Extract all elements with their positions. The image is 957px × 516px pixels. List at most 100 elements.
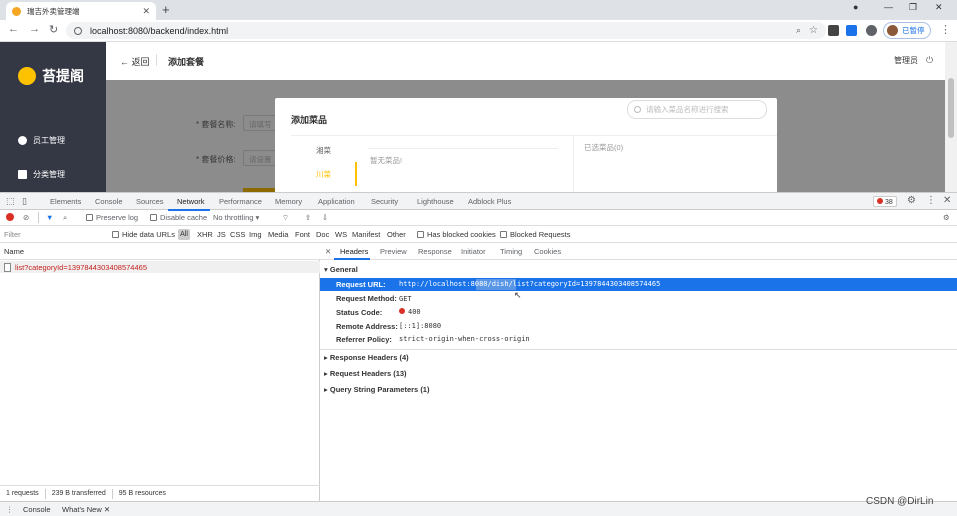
- grid-icon: [18, 170, 27, 179]
- request-url-value[interactable]: http://localhost:8080/dish/list?category…: [399, 280, 660, 288]
- active-subtab-indicator: [334, 258, 370, 260]
- disable-cache-checkbox[interactable]: Disable cache: [150, 213, 207, 222]
- sidebar-item-categories[interactable]: 分类管理: [18, 169, 65, 180]
- export-har-icon[interactable]: ⇩: [322, 213, 328, 222]
- filter-type-doc[interactable]: Doc: [316, 230, 329, 239]
- throttling-select[interactable]: No throttling ▾: [213, 213, 259, 222]
- inspect-icon[interactable]: ⬚: [6, 196, 15, 207]
- referrer-policy-value: strict-origin-when-cross-origin: [399, 335, 530, 343]
- reload-icon[interactable]: ↻: [49, 23, 58, 36]
- search-icon[interactable]: ⌕: [63, 213, 67, 223]
- filter-type-xhr[interactable]: XHR: [197, 230, 213, 239]
- tab-timing[interactable]: Timing: [500, 247, 522, 256]
- close-devtools-icon[interactable]: ✕: [943, 195, 951, 206]
- blocked-requests-checkbox[interactable]: Blocked Requests: [500, 230, 570, 239]
- tab-response[interactable]: Response: [418, 247, 452, 256]
- query-string-toggle[interactable]: ▸ Query String Parameters (1): [324, 385, 429, 394]
- drawer-menu-icon[interactable]: ⋮: [6, 505, 14, 514]
- request-detail-pane: ✕ Headers Preview Response Initiator Tim…: [320, 243, 957, 501]
- tab-lighthouse[interactable]: Lighthouse: [417, 197, 454, 206]
- import-har-icon[interactable]: ⇧: [305, 213, 311, 222]
- scrollbar-thumb[interactable]: [948, 78, 954, 138]
- category-item[interactable]: 湘菜: [316, 145, 331, 156]
- name-column-header[interactable]: Name: [0, 243, 320, 260]
- tab-initiator[interactable]: Initiator: [461, 247, 486, 256]
- dish-search-input[interactable]: 请输入菜品名称进行搜索: [627, 100, 767, 119]
- address-bar[interactable]: localhost:8080/backend/index.html ⌕ ☆: [66, 22, 826, 39]
- tab-elements[interactable]: Elements: [50, 197, 81, 206]
- extension-off-icon[interactable]: [828, 25, 839, 36]
- filter-type-ws[interactable]: WS: [335, 230, 347, 239]
- category-item-active[interactable]: 川菜: [316, 169, 331, 180]
- throttling-value: No throttling: [213, 213, 254, 222]
- logout-icon[interactable]: ⏻: [926, 55, 933, 66]
- bookmark-star-icon[interactable]: ☆: [809, 25, 818, 36]
- filter-input[interactable]: Filter: [4, 230, 21, 239]
- remote-address-label: Remote Address:: [336, 322, 398, 331]
- tab-sources[interactable]: Sources: [136, 197, 164, 206]
- filter-type-all[interactable]: All: [178, 229, 190, 240]
- profile-paused-button[interactable]: 已暂停: [883, 22, 931, 39]
- tab-application[interactable]: Application: [318, 197, 355, 206]
- preserve-log-checkbox[interactable]: Preserve log: [86, 213, 138, 222]
- general-section-toggle[interactable]: ▾ General: [324, 265, 358, 274]
- sidebar-item-label: 分类管理: [33, 170, 65, 179]
- translate-icon[interactable]: [846, 25, 857, 36]
- filter-type-css[interactable]: CSS: [230, 230, 245, 239]
- toolbar-divider: [38, 212, 39, 223]
- request-method-label: Request Method:: [336, 294, 397, 303]
- tab-headers[interactable]: Headers: [340, 247, 368, 256]
- clear-icon[interactable]: ⊘: [23, 213, 29, 222]
- page-scrollbar[interactable]: [945, 42, 957, 192]
- filter-type-font[interactable]: Font: [295, 230, 310, 239]
- device-toolbar-icon[interactable]: ▯: [22, 196, 27, 207]
- detail-tabbar: ✕ Headers Preview Response Initiator Tim…: [320, 243, 957, 260]
- back-button[interactable]: ← 返回: [120, 55, 150, 68]
- hide-data-urls-checkbox[interactable]: Hide data URLs: [112, 230, 175, 239]
- settings-gear-icon[interactable]: ⚙: [907, 195, 916, 206]
- window-close-icon[interactable]: ✕: [935, 2, 943, 13]
- filter-type-other[interactable]: Other: [387, 230, 406, 239]
- network-conditions-icon[interactable]: ⌔: [282, 213, 289, 223]
- request-headers-toggle[interactable]: ▸ Request Headers (13): [324, 369, 407, 378]
- filter-type-js[interactable]: JS: [217, 230, 226, 239]
- search-icon: [634, 106, 641, 113]
- minimize-icon[interactable]: —: [884, 2, 893, 12]
- tab-network[interactable]: Network: [177, 197, 205, 206]
- tab-preview[interactable]: Preview: [380, 247, 407, 256]
- browser-tab[interactable]: 瑞吉外卖管理端 ✕: [6, 2, 156, 20]
- tab-adblock-plus[interactable]: Adblock Plus: [468, 197, 511, 206]
- close-detail-icon[interactable]: ✕: [325, 247, 331, 256]
- maximize-icon[interactable]: ❐: [909, 2, 917, 13]
- back-arrow-icon[interactable]: ←: [8, 23, 19, 35]
- response-headers-toggle[interactable]: ▸ Response Headers (4): [324, 353, 409, 362]
- filter-type-media[interactable]: Media: [268, 230, 288, 239]
- table-row[interactable]: list?categoryId=1397844303408574465: [0, 261, 320, 273]
- request-url-row[interactable]: Request URL: http://localhost:8080/dish/…: [320, 278, 957, 291]
- more-options-icon[interactable]: ⋮: [926, 195, 936, 206]
- filter-type-img[interactable]: Img: [249, 230, 262, 239]
- drawer-tab-whats-new[interactable]: What's New ✕: [62, 505, 110, 514]
- zoom-icon[interactable]: ⌕: [796, 25, 801, 36]
- network-settings-icon[interactable]: ⚙: [943, 213, 950, 222]
- drawer-tab-console[interactable]: Console: [23, 505, 51, 514]
- filter-icon[interactable]: ▼: [46, 213, 53, 222]
- profile-dropdown-icon[interactable]: ●: [853, 2, 858, 12]
- forward-arrow-icon[interactable]: →: [29, 23, 40, 35]
- tab-security[interactable]: Security: [371, 197, 398, 206]
- request-name: list?categoryId=1397844303408574465: [15, 262, 147, 272]
- tab-cookies[interactable]: Cookies: [534, 247, 561, 256]
- filter-type-manifest[interactable]: Manifest: [352, 230, 380, 239]
- tab-performance[interactable]: Performance: [219, 197, 262, 206]
- general-title: General: [329, 265, 358, 274]
- error-count-badge[interactable]: 38: [873, 196, 897, 207]
- tab-memory[interactable]: Memory: [275, 197, 302, 206]
- new-tab-icon[interactable]: +: [162, 2, 170, 17]
- tab-console[interactable]: Console: [95, 197, 123, 206]
- menu-kebab-icon[interactable]: ⋮: [940, 23, 951, 36]
- puzzle-icon[interactable]: [866, 25, 877, 36]
- record-icon[interactable]: [6, 213, 14, 221]
- has-blocked-cookies-checkbox[interactable]: Has blocked cookies: [417, 230, 496, 239]
- close-tab-icon[interactable]: ✕: [142, 6, 150, 17]
- sidebar-item-employees[interactable]: 员工管理: [18, 135, 65, 146]
